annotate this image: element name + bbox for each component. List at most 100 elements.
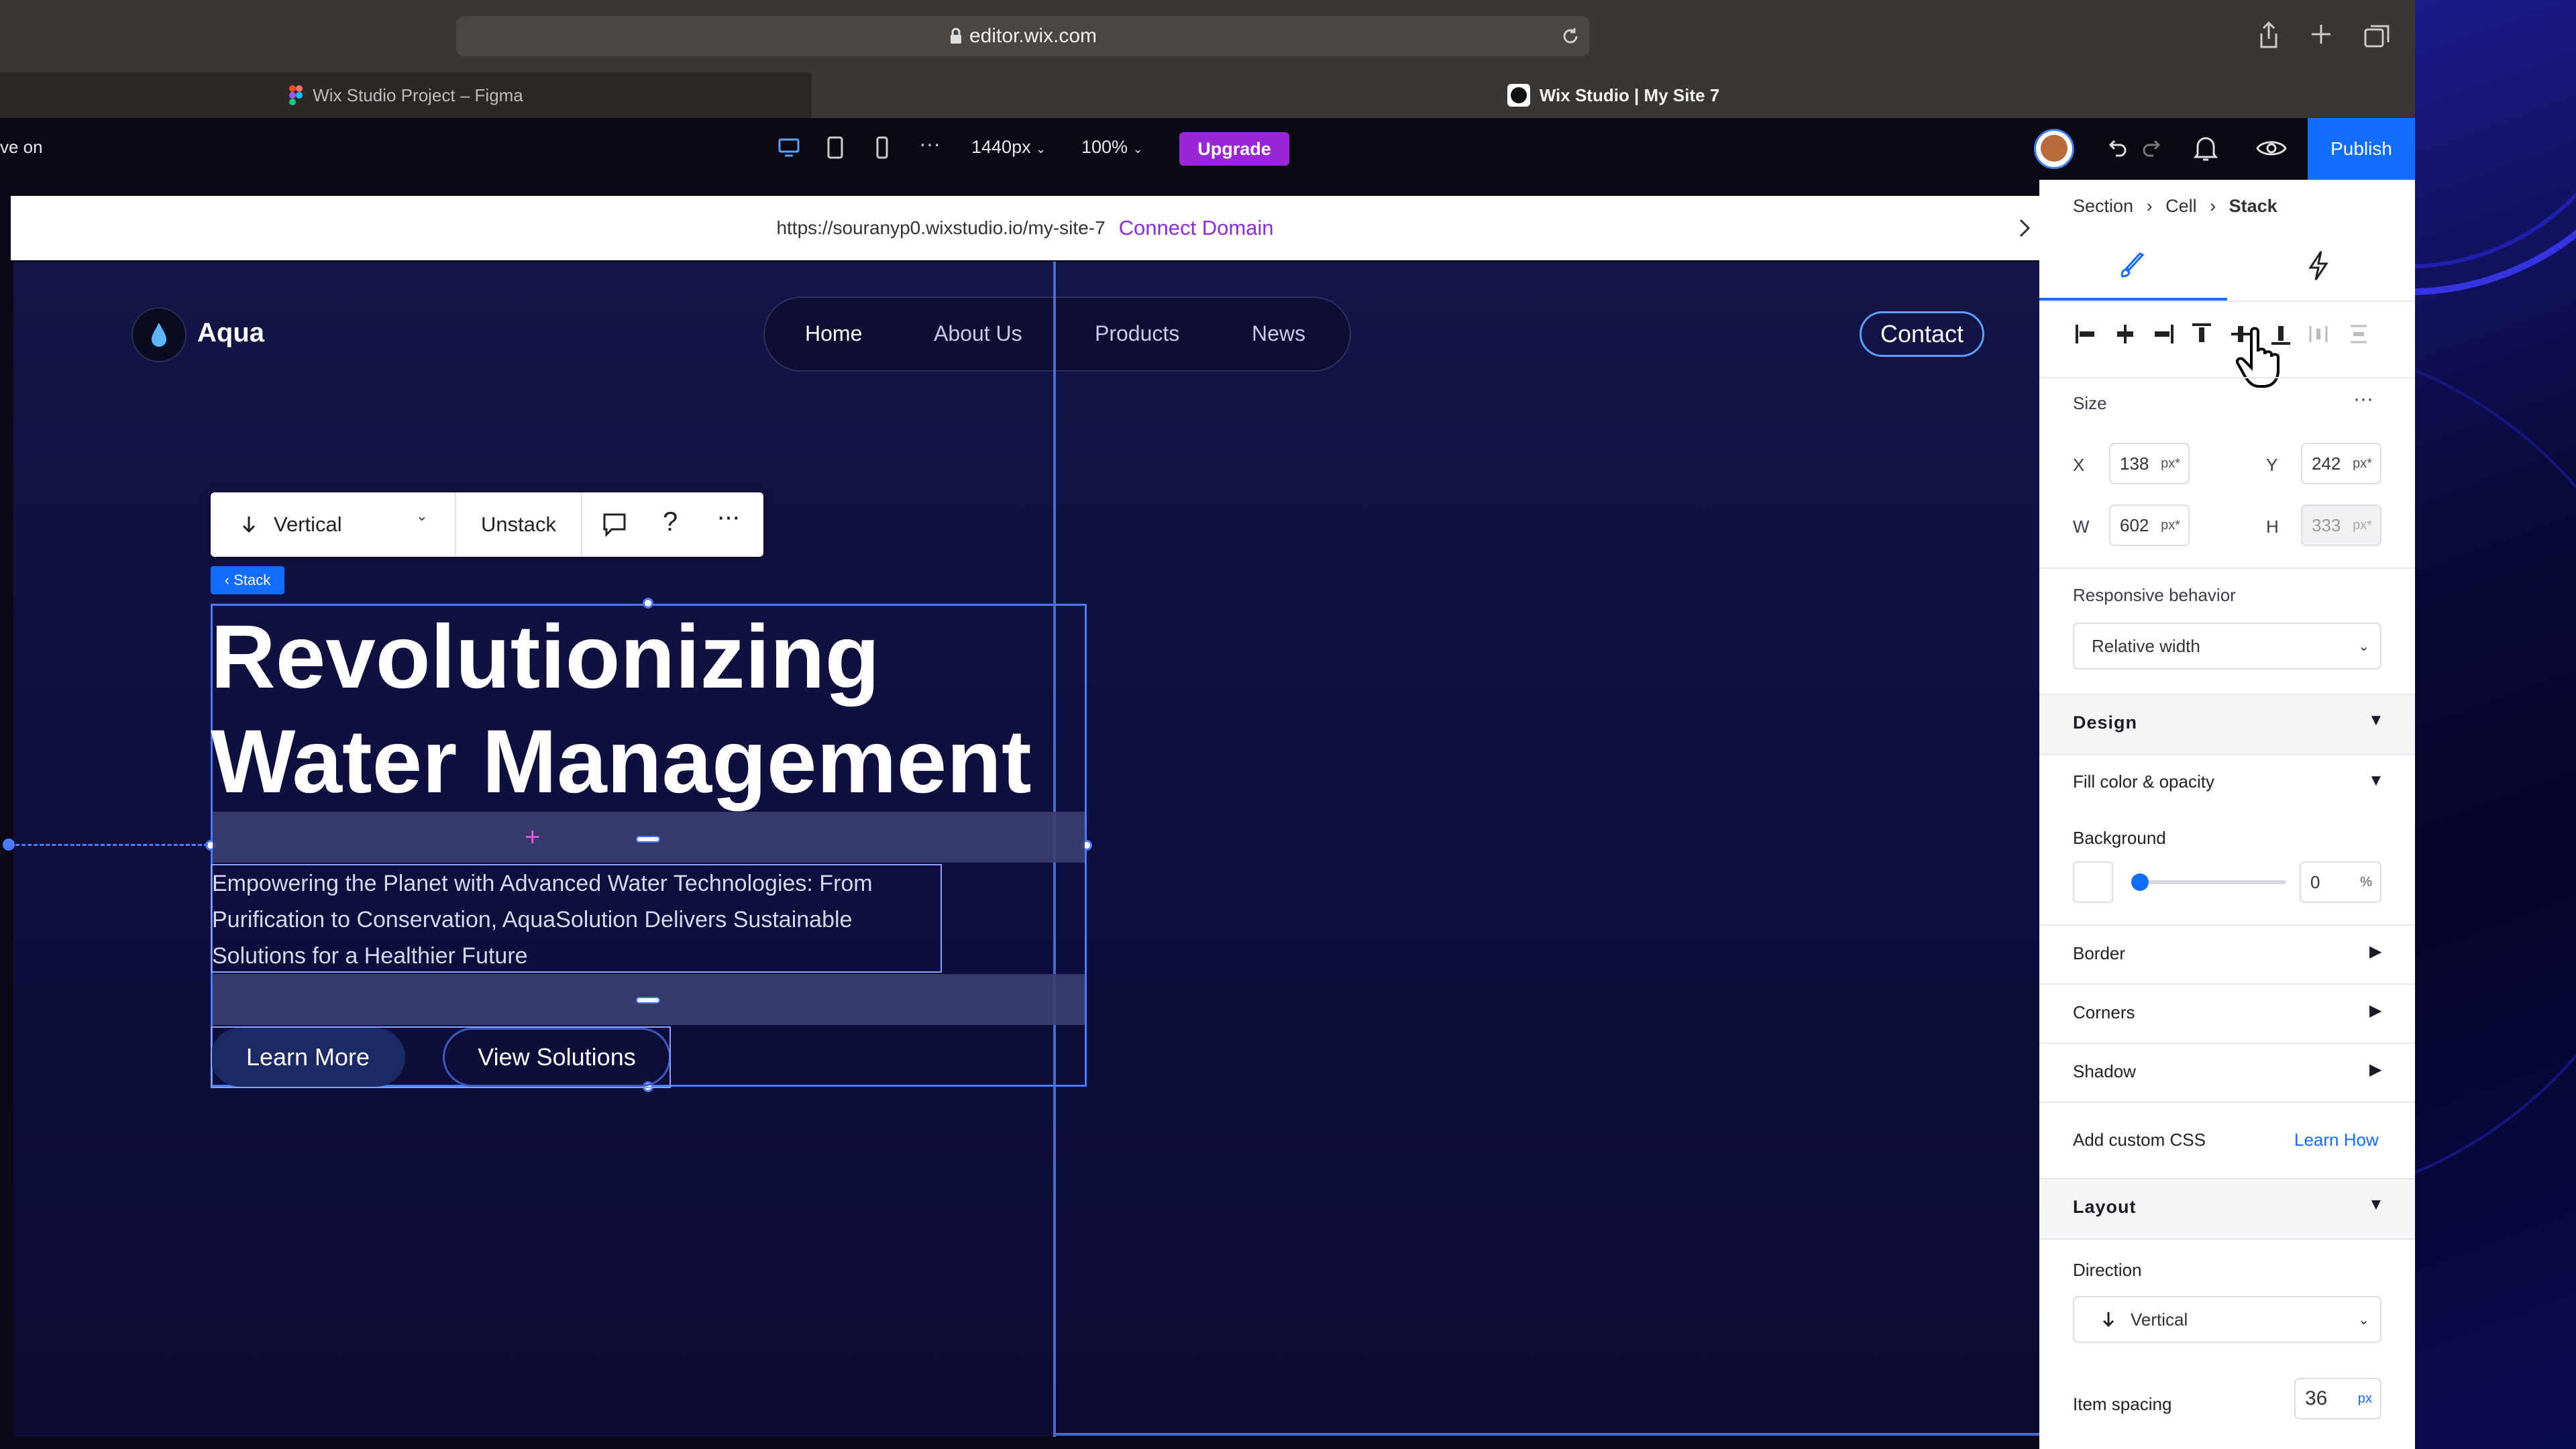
breadcrumb-cell[interactable]: Cell [2165, 196, 2197, 216]
direction-dropdown[interactable]: Vertical ⌄ [211, 492, 456, 557]
avatar[interactable] [2034, 129, 2074, 169]
wix-favicon-icon [1507, 84, 1530, 107]
align-center-h-icon[interactable] [2112, 321, 2139, 347]
spacing-handle[interactable] [636, 997, 660, 1004]
design-brush-icon[interactable] [2118, 251, 2148, 280]
shadow-label[interactable]: Shadow [2073, 1061, 2136, 1082]
responsive-behavior-dropdown[interactable]: Relative width ⌄ [2073, 623, 2381, 669]
opacity-slider-track[interactable] [2133, 880, 2286, 884]
canvas-bottom-guide [1056, 1433, 2039, 1436]
opacity-slider-thumb[interactable] [2131, 873, 2149, 891]
help-icon[interactable]: ? [663, 507, 678, 537]
arrow-down-icon [2102, 1312, 2114, 1328]
caret-right-icon[interactable]: ▶ [2369, 942, 2381, 961]
spacing-handle[interactable] [636, 836, 660, 843]
align-right-icon[interactable] [2149, 321, 2176, 347]
nav-item-about[interactable]: About Us [934, 321, 1022, 346]
preview-eye-icon[interactable] [2255, 137, 2288, 160]
layout-label: Layout [2073, 1197, 2137, 1217]
nav-item-products[interactable]: Products [1095, 321, 1179, 346]
more-breakpoints-icon[interactable]: ··· [919, 131, 941, 156]
unstack-button[interactable]: Unstack [456, 492, 582, 557]
x-label: X [2073, 455, 2085, 475]
stack-tag[interactable]: ‹ Stack [211, 566, 284, 594]
caret-down-icon[interactable]: ▼ [2368, 1195, 2384, 1214]
connect-domain-link[interactable]: Connect Domain [1119, 216, 1274, 240]
site-url-bar: https://souranyp0.wixstudio.io/my-site-7… [11, 196, 2039, 260]
nav-item-news[interactable]: News [1252, 321, 1305, 346]
chevron-right-icon: › [2210, 196, 2216, 216]
hero-heading-line1: Revolutionizing [211, 607, 880, 707]
caret-down-icon[interactable]: ▼ [2368, 771, 2384, 790]
comment-icon[interactable] [601, 511, 628, 538]
align-left-icon[interactable] [2073, 321, 2100, 347]
zoom-selector[interactable]: 100% ⌄ [1081, 137, 1143, 158]
tab-figma[interactable]: Wix Studio Project – Figma [0, 72, 812, 118]
upgrade-button[interactable]: Upgrade [1179, 132, 1289, 166]
fill-color-label: Fill color & opacity [2073, 771, 2214, 792]
x-value: 138 [2120, 453, 2149, 474]
opacity-value: 0 [2310, 871, 2320, 892]
opacity-input[interactable]: 0% [2300, 861, 2381, 903]
caret-right-icon[interactable]: ▶ [2369, 1001, 2381, 1020]
chevron-down-icon: ⌄ [2358, 639, 2369, 654]
hero-heading[interactable]: Revolutionizing Water Management [211, 605, 1087, 812]
desktop-view-icon[interactable] [777, 136, 801, 160]
new-tab-icon[interactable] [2310, 23, 2332, 46]
w-input[interactable]: 602 px* [2109, 504, 2190, 546]
background-label: Background [2073, 828, 2166, 848]
size-more-icon[interactable]: ··· [2353, 388, 2373, 411]
address-bar[interactable]: editor.wix.com [456, 16, 1590, 56]
breadcrumb-section[interactable]: Section [2073, 196, 2133, 216]
interactions-bolt-icon[interactable] [2306, 250, 2330, 282]
publish-button[interactable]: Publish [2308, 118, 2415, 180]
tab-wix-site[interactable]: Wix Studio | My Site 7 [812, 72, 2415, 118]
hero-paragraph[interactable]: Empowering the Planet with Advanced Wate… [211, 864, 942, 973]
size-label: Size [2073, 393, 2107, 413]
item-spacing-unit: px [2357, 1391, 2372, 1406]
h-input: 333 px* [2301, 504, 2381, 546]
contact-button[interactable]: Contact [1860, 311, 1984, 357]
direction-value: Vertical [2131, 1309, 2188, 1330]
anchor-handle[interactable] [3, 839, 15, 851]
hand-cursor-icon [2236, 327, 2279, 388]
border-label[interactable]: Border [2073, 943, 2125, 964]
breadcrumb-stack: Stack [2229, 196, 2277, 216]
hero-heading-line2: Water Management [211, 712, 1032, 812]
nav-item-home[interactable]: Home [805, 321, 862, 346]
reload-icon[interactable] [1560, 26, 1580, 46]
more-options-icon[interactable]: ··· [716, 502, 741, 532]
align-top-icon[interactable] [2188, 321, 2215, 347]
tablet-view-icon[interactable] [825, 136, 845, 160]
distribute-h-icon[interactable] [2305, 321, 2332, 347]
chevron-right-icon[interactable] [2017, 216, 2033, 240]
y-input[interactable]: 242 px* [2301, 443, 2381, 484]
add-item-icon[interactable]: + [525, 822, 540, 853]
h-unit: px* [2353, 517, 2372, 533]
caret-down-icon[interactable]: ▼ [2368, 711, 2384, 730]
undo-icon[interactable] [2105, 137, 2129, 161]
width-selector[interactable]: 1440px ⌄ [971, 137, 1046, 158]
direction-dropdown[interactable]: Vertical ⌄ [2073, 1296, 2381, 1343]
paragraph-line2: Purification to Conservation, AquaSoluti… [212, 907, 853, 932]
responsive-behavior-value: Relative width [2092, 635, 2200, 656]
site-logo[interactable] [131, 307, 186, 362]
caret-right-icon[interactable]: ▶ [2369, 1060, 2381, 1079]
x-unit: px* [2161, 455, 2180, 471]
learn-how-link[interactable]: Learn How [2294, 1130, 2379, 1150]
zoom-value: 100% [1081, 137, 1128, 157]
item-spacing-input[interactable]: 36 px [2294, 1378, 2381, 1419]
distribute-v-icon[interactable] [2345, 321, 2372, 347]
address-text: editor.wix.com [969, 25, 1097, 47]
corners-label[interactable]: Corners [2073, 1002, 2135, 1023]
direction-label: Direction [2073, 1260, 2142, 1280]
x-input[interactable]: 138 px* [2109, 443, 2190, 484]
mobile-view-icon[interactable] [873, 136, 891, 160]
design-label: Design [2073, 712, 2138, 733]
background-color-swatch[interactable] [2073, 861, 2113, 903]
tab-overview-icon[interactable] [2363, 23, 2390, 48]
notifications-bell-icon[interactable] [2192, 134, 2219, 162]
w-label: W [2073, 517, 2090, 537]
redo-icon[interactable] [2140, 137, 2164, 161]
share-icon[interactable] [2257, 20, 2280, 50]
